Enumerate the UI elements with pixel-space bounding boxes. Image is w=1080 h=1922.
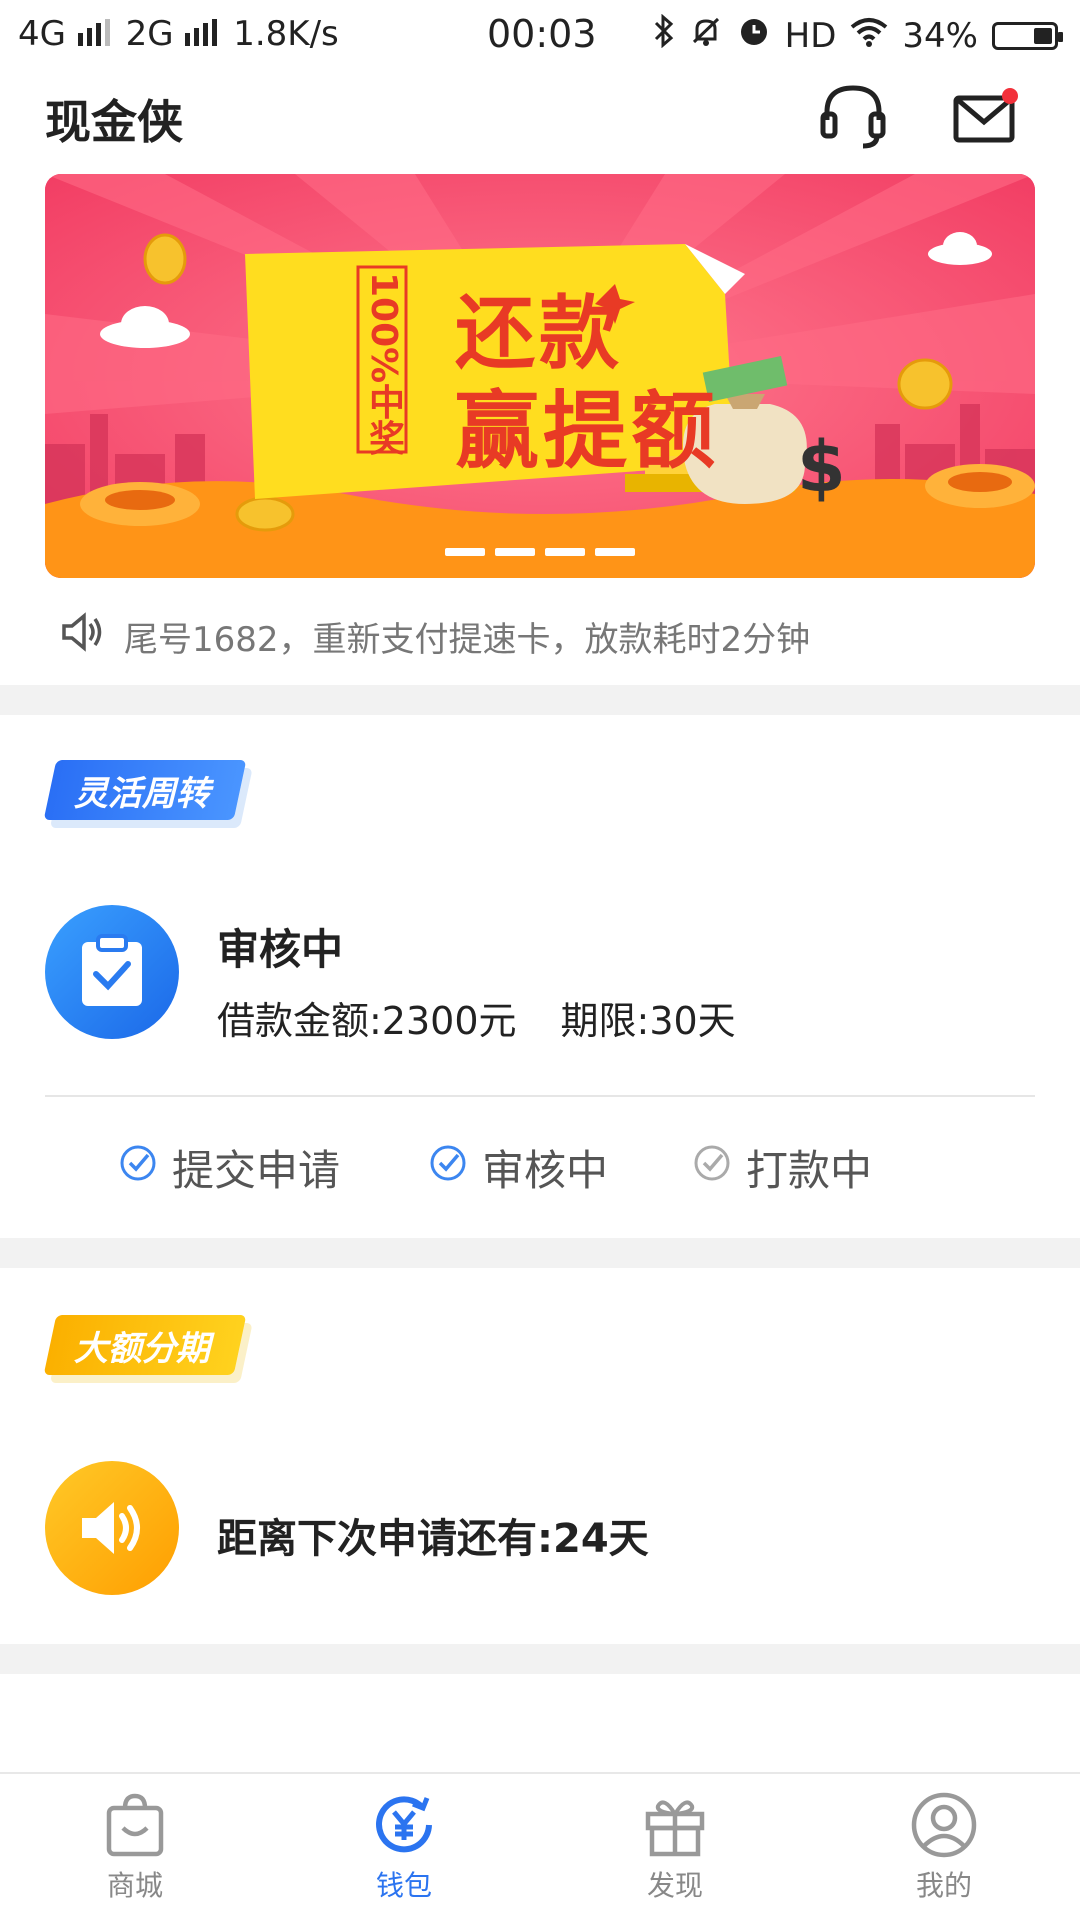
tab-mall[interactable]: 商城 xyxy=(55,1786,215,1904)
section-divider xyxy=(0,685,1080,715)
signal-icon xyxy=(77,16,115,56)
headset-icon[interactable] xyxy=(813,76,893,156)
bottom-tab-bar: 商城 钱包 发现 我的 xyxy=(0,1772,1080,1922)
alarm-icon xyxy=(737,14,771,57)
signal-icon xyxy=(184,16,222,56)
tab-label: 钱包 xyxy=(375,1869,432,1902)
unread-dot xyxy=(1002,88,1018,104)
status-bar: 4G 2G 1.8K/s 00:03 HD 34% xyxy=(0,0,1080,72)
review-status-icon xyxy=(45,905,179,1039)
wifi-icon xyxy=(850,16,888,56)
notice-text: 尾号1682，重新支付提速卡，放款耗时2分钟 xyxy=(124,620,811,660)
page-dot[interactable] xyxy=(445,548,485,556)
loan-details: 借款金额:2300元 期限:30天 xyxy=(217,990,736,1045)
speaker-badge-icon xyxy=(45,1461,179,1595)
hd-label: HD xyxy=(784,15,837,56)
section-divider xyxy=(0,1644,1080,1674)
battery-percent: 34% xyxy=(902,15,978,56)
tab-label: 商城 xyxy=(106,1869,163,1902)
next-apply-countdown: 距离下次申请还有:24天 xyxy=(217,1516,649,1562)
bluetooth-icon xyxy=(653,13,675,57)
step-label: 审核中 xyxy=(482,1146,609,1195)
step-label: 提交申请 xyxy=(172,1146,341,1195)
check-circle-icon xyxy=(428,1143,468,1193)
section-divider xyxy=(0,1238,1080,1268)
gift-icon xyxy=(595,1786,755,1864)
banner-ticket-side: 100%中奖 xyxy=(363,272,404,456)
check-circle-icon xyxy=(692,1143,732,1193)
tag-flexible: 灵活周转 xyxy=(43,760,247,820)
speaker-icon xyxy=(58,608,106,665)
network-1-label: 4G xyxy=(18,14,66,54)
clock: 00:03 xyxy=(487,12,597,56)
page-dot[interactable] xyxy=(545,548,585,556)
loan-term: 期限:30天 xyxy=(560,999,736,1043)
tab-label: 我的 xyxy=(915,1869,972,1902)
banner-pagination xyxy=(45,548,1035,556)
tag-flexible-label: 灵活周转 xyxy=(74,773,210,814)
loan-amount: 借款金额:2300元 xyxy=(217,999,517,1043)
battery-icon xyxy=(992,21,1063,50)
tab-mine[interactable]: 我的 xyxy=(864,1786,1024,1904)
page-dot[interactable] xyxy=(595,548,635,556)
status-left: 4G 2G 1.8K/s xyxy=(18,14,339,56)
promo-banner[interactable]: 100%中奖 还款 赢提额 $ xyxy=(45,174,1035,578)
mail-icon[interactable] xyxy=(946,78,1026,158)
bag-icon xyxy=(55,1786,215,1864)
bell-muted-icon xyxy=(689,14,723,57)
dollar-icon: $ xyxy=(797,426,846,508)
step-payout: 打款中 xyxy=(692,1137,872,1198)
divider xyxy=(45,1095,1035,1097)
tab-wallet[interactable]: 钱包 xyxy=(324,1786,484,1904)
tag-installment: 大额分期 xyxy=(43,1315,247,1375)
step-label: 打款中 xyxy=(746,1146,873,1195)
network-speed: 1.8K/s xyxy=(233,14,339,54)
notice-bar[interactable]: 尾号1682，重新支付提速卡，放款耗时2分钟 xyxy=(58,608,810,665)
check-circle-icon xyxy=(118,1143,158,1193)
status-right: HD 34% xyxy=(653,13,1063,57)
tab-discover[interactable]: 发现 xyxy=(595,1786,755,1904)
network-2-label: 2G xyxy=(125,14,174,54)
app-title: 现金侠 xyxy=(45,95,183,149)
step-review: 审核中 xyxy=(428,1137,608,1198)
banner-headline-2: 赢提额 xyxy=(455,382,720,480)
page-dot[interactable] xyxy=(495,548,535,556)
loan-status-title: 审核中 xyxy=(217,925,344,974)
tag-installment-label: 大额分期 xyxy=(74,1328,210,1369)
user-icon xyxy=(864,1786,1024,1864)
wallet-yuan-icon xyxy=(324,1786,484,1864)
step-submit: 提交申请 xyxy=(118,1137,340,1198)
tab-label: 发现 xyxy=(646,1869,703,1902)
